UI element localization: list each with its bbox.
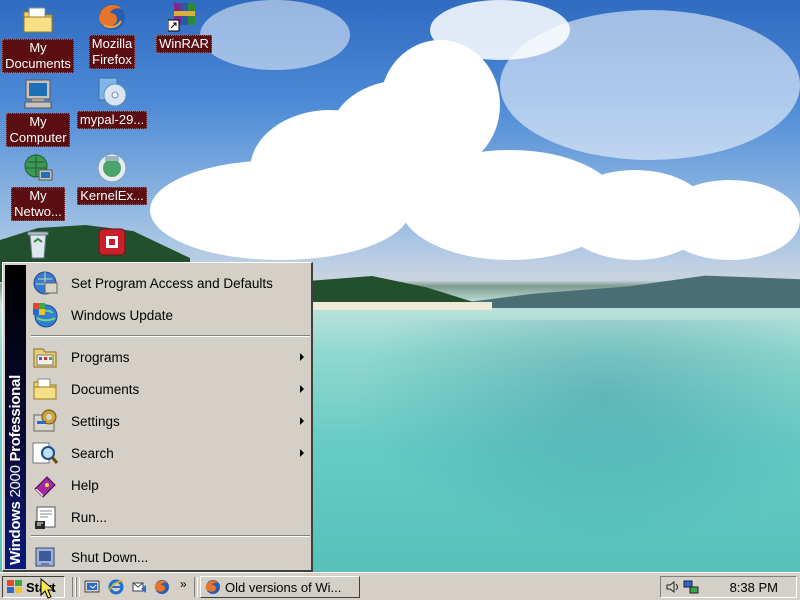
settings-icon <box>31 407 59 435</box>
desktop-icon-label: WinRAR <box>156 35 212 53</box>
desktop-icon-label: My Computer <box>6 113 70 147</box>
desktop-icon-mozilla-firefox[interactable]: Mozilla Firefox <box>74 0 150 69</box>
program-access-icon <box>31 269 59 297</box>
taskbar-button-label: Old versions of Wi... <box>225 579 342 595</box>
installer-disc-icon <box>96 76 128 108</box>
menu-separator <box>31 335 310 337</box>
desktop-icon-winrar[interactable]: WinRAR <box>146 0 222 53</box>
menu-item-settings[interactable]: Settings <box>29 405 310 437</box>
outlook-express-icon[interactable] <box>132 579 148 595</box>
windows-update-icon <box>31 301 59 329</box>
menu-item-programs[interactable]: Programs <box>29 341 310 373</box>
submenu-arrow-icon <box>300 449 304 457</box>
desktop-icon-my-documents[interactable]: My Documents <box>0 4 76 73</box>
desktop-icon-red-app[interactable] <box>74 226 150 258</box>
desktop-icon-recycle-bin[interactable] <box>0 228 76 260</box>
menu-item-shut-down[interactable]: Shut Down... <box>29 541 310 573</box>
menu-item-label: Settings <box>71 413 120 429</box>
start-menu-banner: Windows 2000 Professional <box>5 265 26 569</box>
recycle-bin-icon <box>22 228 54 260</box>
menu-item-help[interactable]: Help <box>29 469 310 501</box>
taskbar-clock[interactable]: 8:38 PM <box>730 580 778 595</box>
taskbar-divider <box>194 577 198 597</box>
menu-item-run[interactable]: Run... <box>29 501 310 533</box>
network-tray-icon[interactable] <box>683 579 699 595</box>
start-menu: Windows 2000 Professional Set Program Ac… <box>2 262 313 572</box>
windows-2000-professional-banner: Windows 2000 Professional <box>7 265 27 565</box>
submenu-arrow-icon <box>300 353 304 361</box>
desktop-icon-label: My Documents <box>2 39 74 73</box>
winrar-icon <box>167 0 200 32</box>
desktop-icon-my-network[interactable]: My Netwo... <box>0 152 76 221</box>
menu-item-documents[interactable]: Documents <box>29 373 310 405</box>
help-book-icon <box>31 471 59 499</box>
desktop-icon-mypal[interactable]: mypal-29... <box>74 76 150 129</box>
menu-item-label: Programs <box>71 349 130 365</box>
desktop-icon-my-computer[interactable]: My Computer <box>0 78 76 147</box>
windows-flag-icon <box>7 580 23 594</box>
documents-folder-icon <box>31 375 59 403</box>
run-icon <box>31 503 59 531</box>
menu-item-search[interactable]: Search <box>29 437 310 469</box>
menu-item-label: Documents <box>71 381 140 397</box>
volume-icon[interactable] <box>665 579 681 595</box>
banner-brand: Windows <box>7 501 24 565</box>
internet-explorer-icon[interactable] <box>108 579 124 595</box>
desktop-icon-kernelex[interactable]: KernelEx... <box>74 152 150 205</box>
kernelex-icon <box>96 152 128 184</box>
search-icon <box>31 439 59 467</box>
computer-icon <box>22 78 54 110</box>
programs-icon <box>31 343 59 371</box>
menu-item-label: Windows Update <box>71 307 174 323</box>
menu-separator <box>31 535 310 537</box>
taskbar-divider <box>76 577 80 597</box>
banner-edition: Professional <box>7 375 24 462</box>
submenu-arrow-icon <box>300 385 304 393</box>
desktop-icon-label: mypal-29... <box>76 111 148 129</box>
show-desktop-icon[interactable] <box>84 579 100 595</box>
menu-item-label: Run... <box>71 509 108 525</box>
menu-item-set-program-access[interactable]: Set Program Access and Defaults <box>29 267 310 299</box>
red-app-icon <box>96 226 128 258</box>
desktop-icon-label: KernelEx... <box>77 187 147 205</box>
banner-version: 2000 <box>7 465 24 498</box>
submenu-arrow-icon <box>300 417 304 425</box>
taskbar: Start » Old versions of Wi... 8:38 PM <box>0 572 800 600</box>
menu-item-label: Shut Down... <box>71 549 149 565</box>
folder-documents-icon <box>22 4 54 36</box>
system-tray: 8:38 PM <box>660 576 797 598</box>
taskbar-button-firefox-window[interactable]: Old versions of Wi... <box>200 576 360 598</box>
desktop-icon-label: Mozilla Firefox <box>88 35 136 69</box>
desktop-icon-label: My Netwo... <box>11 187 65 221</box>
menu-item-label: Set Program Access and Defaults <box>71 275 273 291</box>
firefox-icon[interactable] <box>154 579 170 595</box>
menu-item-windows-update[interactable]: Windows Update <box>29 299 310 331</box>
quick-launch-chevron[interactable]: » <box>180 577 187 591</box>
network-icon <box>22 152 54 184</box>
menu-item-label: Help <box>71 477 99 493</box>
firefox-icon <box>205 579 221 595</box>
menu-item-label: Search <box>71 445 114 461</box>
firefox-icon <box>96 0 128 32</box>
shutdown-icon <box>31 543 59 571</box>
mouse-cursor-icon <box>40 578 56 599</box>
